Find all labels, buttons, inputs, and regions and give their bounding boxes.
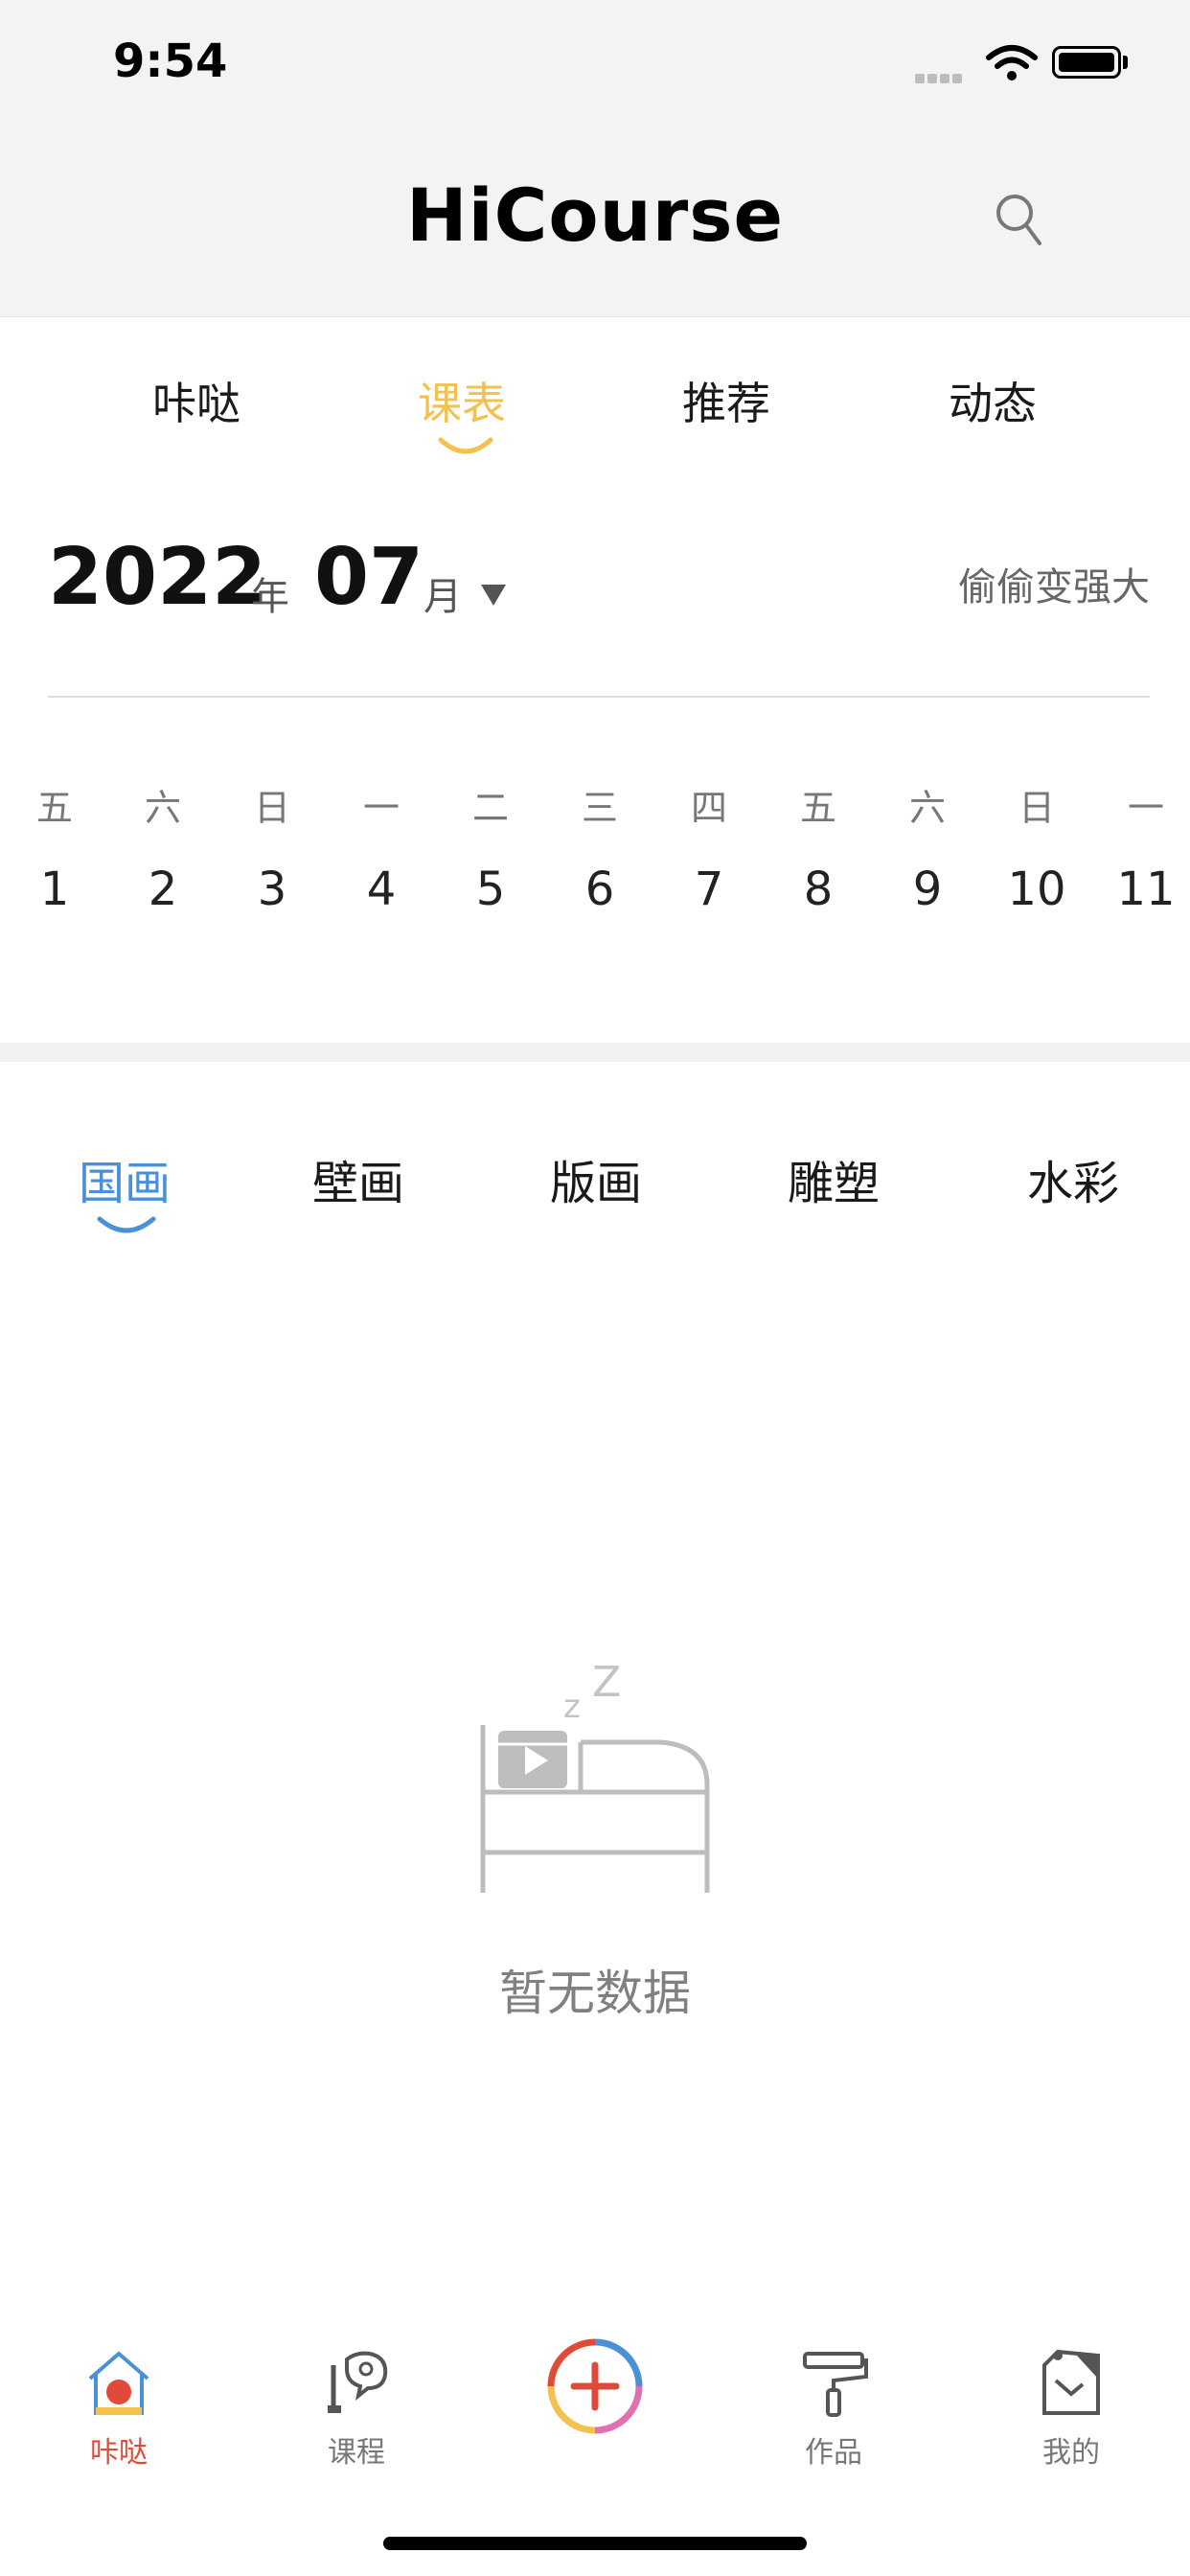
day-cell[interactable]: 4 [343, 862, 420, 916]
weekday-label: 日 [1018, 787, 1055, 829]
status-time: 9:54 [113, 34, 228, 88]
active-tab-smile-indicator [437, 436, 494, 463]
day-cell[interactable]: 8 [780, 862, 857, 916]
caret-down-icon[interactable] [479, 583, 508, 611]
weekday-label: 六 [908, 787, 946, 829]
weekday-label: 二 [471, 787, 509, 829]
weekday-label: 五 [35, 787, 73, 829]
weekday-label: 五 [799, 787, 836, 829]
nav-item-add[interactable] [518, 2338, 672, 2440]
tab-recommend[interactable]: 推荐 [630, 369, 822, 432]
nav-label: 课程 [328, 2436, 385, 2470]
add-icon [545, 2338, 645, 2440]
day-cell[interactable]: 11 [1108, 862, 1184, 916]
home-indicator [383, 2537, 807, 2550]
divider [48, 696, 1150, 698]
category-tab-shuicai[interactable]: 水彩 [977, 1145, 1169, 1212]
nav-label: 咔哒 [90, 2436, 148, 2470]
course-icon [320, 2351, 393, 2423]
slogan-text: 偷偷变强大 [958, 565, 1150, 610]
category-tab-banhua[interactable]: 版画 [500, 1145, 692, 1212]
search-icon[interactable] [992, 190, 1045, 255]
nav-label: 我的 [1042, 2436, 1100, 2470]
cellular-signal-icon [915, 69, 965, 87]
weekday-label: 四 [690, 787, 727, 829]
nav-item-kada[interactable]: 咔哒 [42, 2346, 195, 2471]
weekday-label: 三 [581, 787, 618, 829]
sleeping-bed-icon: z Z [469, 1658, 719, 1901]
day-cell[interactable]: 7 [671, 862, 747, 916]
battery-icon [1052, 46, 1121, 79]
svg-text:z: z [563, 1688, 581, 1726]
active-category-smile-indicator [96, 1215, 157, 1242]
year-unit: 年 [251, 575, 289, 619]
category-tab-bihua[interactable]: 壁画 [263, 1145, 454, 1212]
empty-state-text: 暂无数据 [499, 1966, 691, 2021]
day-cell[interactable]: 9 [889, 862, 966, 916]
weekday-label: 一 [1127, 787, 1164, 829]
category-tab-diaosu[interactable]: 雕塑 [738, 1145, 929, 1212]
tab-kada[interactable]: 咔哒 [101, 369, 292, 432]
day-cell[interactable]: 6 [561, 862, 638, 916]
year-value[interactable]: 2022 [48, 532, 266, 623]
month-unit: 月 [423, 575, 462, 619]
home-icon [82, 2351, 155, 2423]
day-cell[interactable]: 1 [16, 862, 93, 916]
paint-roller-icon [797, 2352, 870, 2423]
nav-item-course[interactable]: 课程 [280, 2346, 433, 2471]
weekday-label: 一 [362, 787, 400, 829]
nav-item-works[interactable]: 作品 [757, 2346, 910, 2471]
tab-feed[interactable]: 动态 [897, 369, 1088, 432]
weekday-label: 日 [253, 787, 290, 829]
tab-schedule[interactable]: 课表 [366, 369, 558, 432]
day-cell[interactable]: 3 [234, 862, 310, 916]
category-tab-guohua[interactable]: 国画 [29, 1145, 220, 1212]
nav-label: 作品 [805, 2436, 862, 2470]
profile-icon [1035, 2349, 1108, 2423]
day-cell[interactable]: 10 [998, 862, 1075, 916]
nav-item-mine[interactable]: 我的 [995, 2346, 1148, 2471]
battery-tip [1123, 56, 1128, 69]
section-separator [0, 1043, 1190, 1062]
day-cell[interactable]: 5 [452, 862, 529, 916]
day-cell[interactable]: 2 [125, 862, 201, 916]
month-value[interactable]: 07 [314, 532, 423, 623]
wifi-icon [985, 44, 1039, 86]
svg-text:Z: Z [592, 1658, 621, 1707]
weekday-label: 六 [144, 787, 181, 829]
